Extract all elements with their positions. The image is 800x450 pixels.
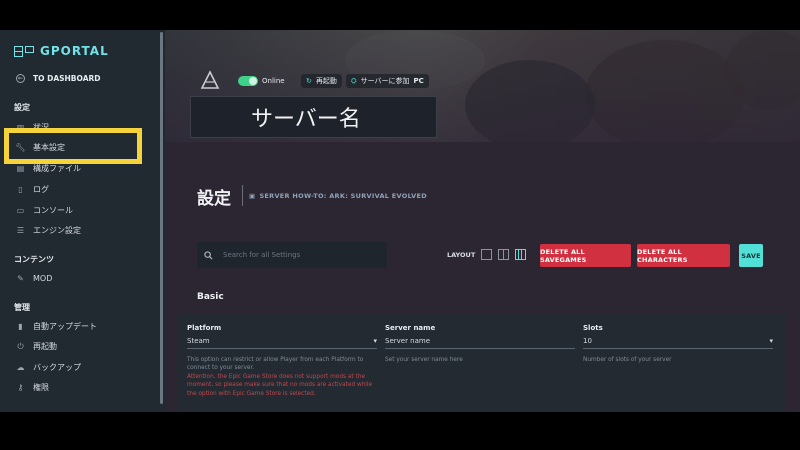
restart-button[interactable]: ↻ 再起動 [301, 74, 342, 88]
sidebar-item-label: 自動アップデート [33, 322, 97, 331]
sidebar: GPORTAL ← TO DASHBOARD 設定 ▥ 状況 🔧︎ 基本設定 ▤… [0, 30, 165, 412]
server-name-label: Server name [385, 324, 436, 332]
file-icon: ▤ [16, 164, 25, 173]
refresh-icon: ↻ [306, 77, 312, 85]
sidebar-item-console[interactable]: ▭ コンソール [16, 205, 73, 216]
mod-icon: ✎ [17, 274, 24, 283]
sidebar-item-label: 構成ファイル [33, 164, 81, 173]
sidebar-item-label: コンソール [33, 206, 73, 215]
save-button[interactable]: SAVE [739, 244, 763, 267]
slots-label: Slots [583, 324, 603, 332]
delete-all-characters-button[interactable]: DELETE ALL CHARACTERS [637, 244, 730, 267]
status-label: Online [262, 77, 285, 85]
update-icon: ▮ [18, 322, 23, 331]
delete-all-savegames-button[interactable]: DELETE ALL SAVEGAMES [540, 244, 631, 267]
server-icon: ⛭ [351, 76, 357, 85]
game-banner: Online ↻ 再起動 ⛭ サーバーに参加 PC サーバー名 [165, 30, 800, 142]
settings-search[interactable] [197, 242, 387, 268]
log-icon: ▯ [18, 185, 23, 194]
sidebar-item-restart[interactable]: ⏻ 再起動 [16, 341, 57, 352]
server-name-field: Server name Server name Set your server … [385, 324, 575, 364]
key-icon: ⚷ [17, 383, 24, 392]
section-admin: 管理 [14, 303, 30, 312]
section-contents: コンテンツ [14, 255, 54, 264]
sidebar-scrollbar[interactable] [160, 32, 163, 404]
platform-label: PC [413, 77, 424, 85]
join-label: サーバーに参加 [360, 77, 410, 85]
settings-panel: Platform Steam ▾ This option can restric… [177, 314, 785, 412]
sidebar-item-auto-update[interactable]: ▮ 自動アップデート [16, 321, 97, 332]
title-divider [242, 185, 243, 206]
server-name-value: Server name [385, 337, 431, 345]
layout-three-column-icon[interactable] [515, 249, 526, 260]
platform-help: This option can restrict or allow Player… [187, 357, 364, 372]
platform-select[interactable]: Steam ▾ [187, 337, 377, 349]
main-content: Online ↻ 再起動 ⛭ サーバーに参加 PC サーバー名 設定 ▣ SER… [165, 30, 800, 412]
page-title: 設定 [197, 189, 231, 209]
sliders-icon: ☰ [16, 226, 25, 235]
cloud-icon: ☁ [16, 363, 25, 372]
sidebar-item-permissions[interactable]: ⚷ 権限 [16, 382, 49, 393]
book-icon: ▣ [249, 192, 256, 200]
sidebar-item-label: 再起動 [33, 342, 57, 351]
sidebar-item-label: MOD [33, 274, 53, 283]
platform-label: Platform [187, 324, 222, 332]
sidebar-item-mod[interactable]: ✎ MOD [16, 274, 52, 283]
server-status[interactable]: Online [233, 74, 290, 88]
sidebar-item-config-files[interactable]: ▤ 構成ファイル [16, 163, 81, 174]
slots-value: 10 [583, 337, 592, 345]
caret-down-icon: ▾ [769, 337, 773, 345]
ark-logo-icon [200, 70, 220, 89]
sidebar-item-engine-settings[interactable]: ☰ エンジン設定 [16, 225, 81, 236]
server-name-help: Set your server name here [385, 357, 463, 363]
to-dashboard-link[interactable]: ← TO DASHBOARD [16, 74, 101, 83]
join-server-button[interactable]: ⛭ サーバーに参加 PC [346, 74, 429, 88]
sidebar-item-backup[interactable]: ☁ バックアップ [16, 362, 82, 373]
layout-two-column-icon[interactable] [498, 249, 509, 260]
server-name-input[interactable]: Server name [385, 337, 575, 349]
platform-warning: Attention, the Epic Game Store does not … [187, 373, 373, 397]
gportal-logo-icon [14, 45, 36, 57]
section-basic-title: Basic [197, 292, 224, 302]
search-icon [204, 250, 213, 260]
sidebar-item-label: エンジン設定 [33, 226, 81, 235]
platform-field: Platform Steam ▾ This option can restric… [187, 324, 377, 398]
gportal-logo[interactable]: GPORTAL [14, 44, 109, 58]
howto-label: SERVER HOW-TO: ARK: SURVIVAL EVOLVED [259, 192, 427, 200]
server-howto-link[interactable]: ▣ SERVER HOW-TO: ARK: SURVIVAL EVOLVED [249, 192, 427, 200]
sidebar-item-logs[interactable]: ▯ ログ [16, 184, 49, 195]
arrow-left-icon: ← [16, 74, 25, 83]
highlight-box [4, 128, 142, 164]
layout-label: LAYOUT [447, 251, 476, 259]
app-window: GPORTAL ← TO DASHBOARD 設定 ▥ 状況 🔧︎ 基本設定 ▤… [0, 30, 800, 412]
power-icon: ⏻ [17, 341, 24, 351]
sidebar-item-label: ログ [33, 185, 49, 194]
server-name-title: サーバー名 [190, 96, 437, 138]
caret-down-icon: ▾ [373, 337, 377, 345]
restart-label: 再起動 [315, 77, 337, 85]
online-toggle[interactable] [238, 76, 258, 86]
slots-select[interactable]: 10 ▾ [583, 337, 773, 349]
slots-help: Number of slots of your server [583, 357, 672, 363]
layout-single-icon[interactable] [481, 249, 492, 260]
platform-value: Steam [187, 337, 210, 345]
brand-name: GPORTAL [40, 44, 109, 58]
to-dashboard-label: TO DASHBOARD [33, 74, 101, 83]
section-settings: 設定 [14, 103, 30, 112]
sidebar-item-label: 権限 [33, 383, 49, 392]
console-icon: ▭ [16, 206, 25, 215]
slots-field: Slots 10 ▾ Number of slots of your serve… [583, 324, 773, 364]
search-input[interactable] [223, 251, 373, 259]
sidebar-item-label: バックアップ [33, 363, 81, 372]
